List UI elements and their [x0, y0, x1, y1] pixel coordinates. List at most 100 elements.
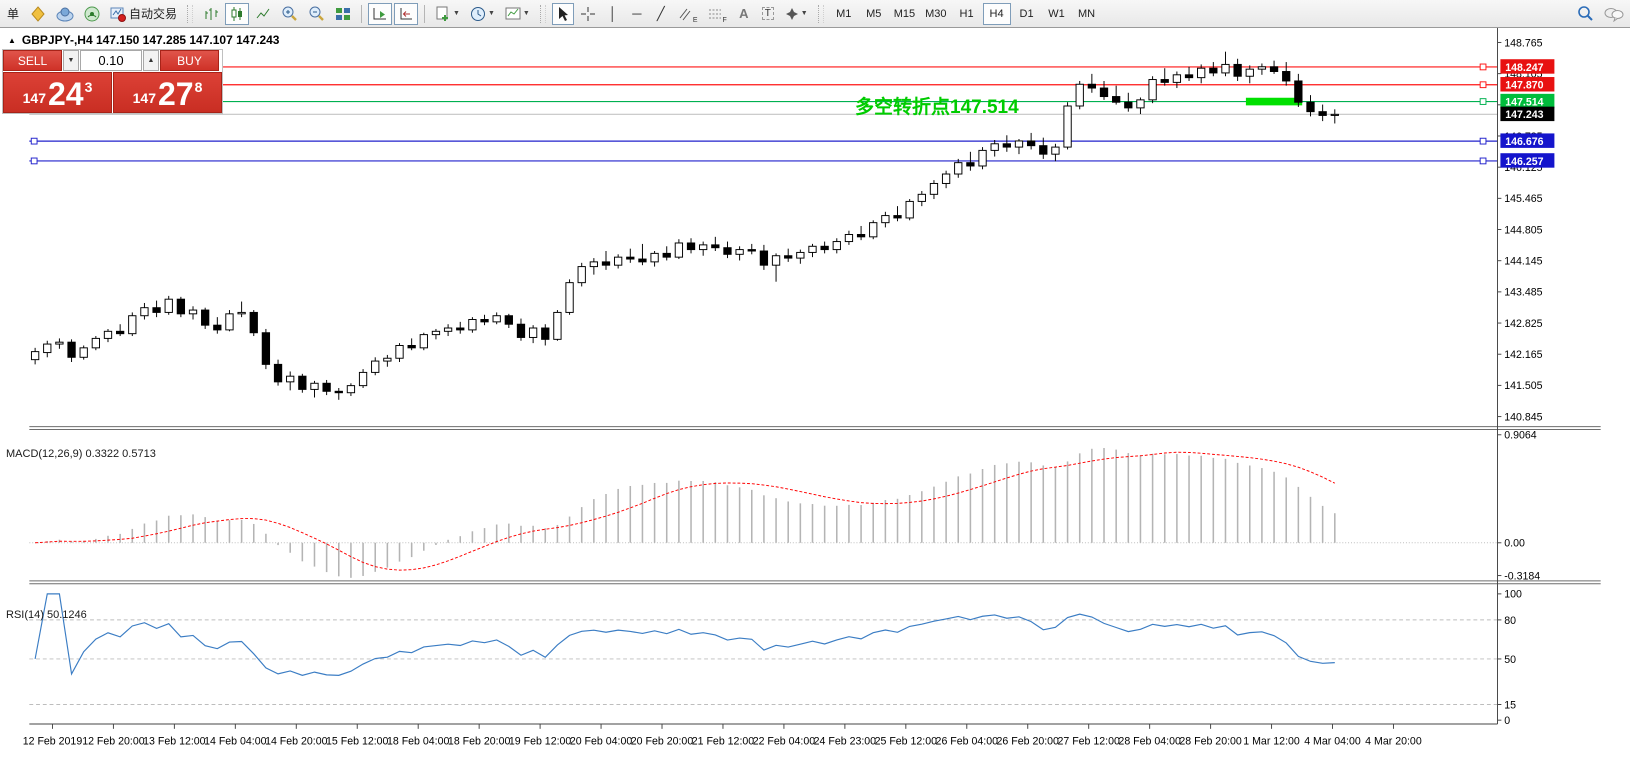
candlestick-mode-button[interactable] [225, 3, 249, 25]
horizontal-line-tool-button[interactable]: ─ [626, 3, 648, 25]
chart-shift-button[interactable] [394, 3, 418, 25]
sell-price-integer: 147 [23, 90, 46, 106]
fibonacci-tool-button[interactable]: F [704, 3, 731, 25]
trendline-tool-button[interactable]: ╱ [650, 3, 672, 25]
line-handle[interactable] [1480, 82, 1486, 88]
time-axis-label: 26 Feb 20:00 [997, 735, 1060, 747]
trendline-icon: ╱ [657, 6, 665, 22]
tile-windows-button[interactable] [331, 3, 355, 25]
buy-button[interactable]: BUY [160, 50, 219, 71]
text-label-tool-button[interactable]: T [757, 3, 779, 25]
candle-body [311, 383, 318, 389]
price-axis-tick: 142.165 [1504, 349, 1542, 361]
line-chart-mode-button[interactable] [251, 3, 275, 25]
zoom-in-button[interactable] [277, 3, 302, 25]
signals-icon[interactable] [80, 3, 104, 25]
candle-body [1027, 141, 1034, 146]
templates-button[interactable]: ▼ [501, 3, 534, 25]
chart-canvas[interactable]: 148.765148.105147.445146.785146.125145.4… [0, 28, 1630, 778]
candle-body [31, 352, 38, 360]
candlestick-icon [229, 6, 245, 22]
time-axis-label: 12 Feb 2019 [23, 735, 83, 747]
profile-icon[interactable] [26, 3, 50, 25]
auto-scroll-button[interactable] [368, 3, 392, 25]
timeframe-m15-button[interactable]: M15 [890, 3, 919, 25]
sell-price-display[interactable]: 147 24 3 [3, 72, 112, 113]
candle-body [614, 257, 621, 265]
candle-body [372, 361, 379, 372]
candle-body [1234, 64, 1241, 76]
macd-indicator-label: MACD(12,26,9) 0.3322 0.5713 [6, 448, 156, 460]
chart-shift-icon [398, 6, 414, 22]
candle-body [262, 333, 269, 365]
text-label-icon: T [762, 7, 774, 20]
timeframe-d1-button[interactable]: D1 [1013, 3, 1041, 25]
zoom-out-button[interactable] [304, 3, 329, 25]
horizontal-line-icon: ─ [632, 6, 641, 21]
volume-increase-button[interactable]: ▲ [143, 50, 159, 71]
line-handle[interactable] [1480, 64, 1486, 70]
crosshair-tool-button[interactable] [576, 3, 600, 25]
vertical-line-tool-button[interactable]: │ [602, 3, 624, 25]
line-handle[interactable] [1480, 158, 1486, 164]
sell-button[interactable]: SELL [3, 50, 62, 71]
line-handle[interactable] [1480, 99, 1486, 105]
candle-body [675, 243, 682, 257]
line-handle[interactable] [31, 158, 37, 164]
expander-triangle-icon[interactable]: ▲ [8, 36, 16, 45]
periods-button[interactable]: ▼ [466, 3, 499, 25]
candle-body [1222, 64, 1229, 73]
dropdown-caret-icon: ▼ [488, 10, 495, 17]
arrows-tool-button[interactable]: ▼ [781, 3, 812, 25]
time-axis-label: 27 Feb 12:00 [1057, 735, 1120, 747]
volume-decrease-button[interactable]: ▼ [63, 50, 79, 71]
chart-annotation-text[interactable]: 多空转折点147.514 [855, 92, 1019, 119]
candle-body [1295, 81, 1302, 102]
auto-scroll-icon [372, 6, 388, 22]
bar-chart-mode-button[interactable] [199, 3, 223, 25]
line-handle[interactable] [31, 138, 37, 144]
text-tool-button[interactable]: A [733, 3, 755, 25]
candle-body [590, 262, 597, 267]
candle-body [967, 163, 974, 166]
candle-body [955, 163, 962, 174]
signals-wave-icon [84, 6, 100, 22]
line-handle[interactable] [1480, 138, 1486, 144]
arrow-objects-icon [785, 7, 799, 21]
candle-body [1076, 84, 1083, 106]
candle-body [942, 174, 949, 183]
autotrading-button[interactable]: 自动交易 [106, 3, 181, 25]
timeframe-h4-button[interactable]: H4 [983, 3, 1011, 25]
community-icon[interactable] [52, 3, 78, 25]
chat-button[interactable] [1600, 3, 1628, 25]
price-tag-146.257: 146.257 [1505, 156, 1543, 168]
candle-body [384, 358, 391, 361]
rsi-axis-tick: 100 [1504, 589, 1522, 601]
candle-body [991, 144, 998, 151]
timeframe-mn-button[interactable]: MN [1073, 3, 1101, 25]
cursor-tool-button[interactable] [552, 3, 574, 25]
time-axis-label: 24 Feb 23:00 [814, 735, 877, 747]
vertical-line-icon: │ [609, 6, 617, 21]
candle-body [1088, 84, 1095, 88]
timeframe-m30-button[interactable]: M30 [921, 3, 950, 25]
fibonacci-icon [708, 7, 722, 21]
timeframe-w1-button[interactable]: W1 [1043, 3, 1071, 25]
timeframe-m5-button[interactable]: M5 [860, 3, 888, 25]
timeframe-m1-button[interactable]: M1 [830, 3, 858, 25]
buy-price-display[interactable]: 147 27 8 [113, 72, 222, 113]
search-button[interactable] [1573, 3, 1598, 25]
candle-body [857, 234, 864, 236]
main-toolbar: 单 自动交易 [0, 0, 1630, 28]
volume-input[interactable] [80, 50, 142, 71]
macd-axis-tick: -0.3184 [1504, 570, 1540, 582]
candle-body [821, 246, 828, 249]
channel-tool-button[interactable]: E [674, 3, 702, 25]
time-axis-label: 12 Feb 20:00 [82, 735, 145, 747]
new-chart-button[interactable]: ▼ [431, 3, 464, 25]
candle-body [736, 250, 743, 255]
sell-price-main: 24 [48, 79, 84, 109]
new-order-button[interactable]: 单 [2, 3, 24, 25]
time-axis-label: 13 Feb 12:00 [143, 735, 206, 747]
timeframe-h1-button[interactable]: H1 [953, 3, 981, 25]
